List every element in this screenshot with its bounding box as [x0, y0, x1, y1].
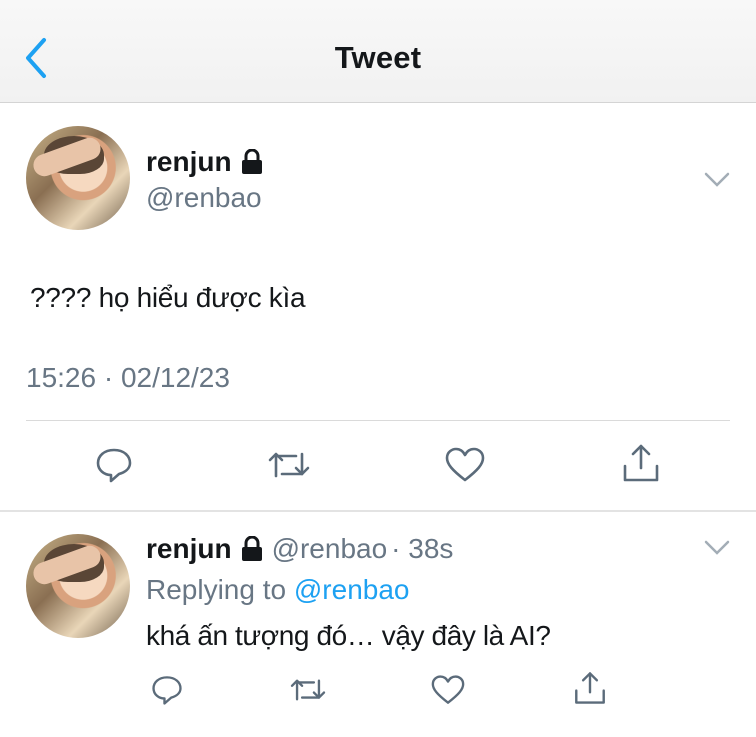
replying-mention[interactable]: @renbao	[294, 574, 410, 605]
retweet-icon	[290, 679, 326, 701]
nav-header: Tweet	[0, 0, 756, 103]
like-button[interactable]	[444, 446, 486, 489]
reply-text: khá ấn tượng đó… vậy đây là AI?	[146, 620, 551, 651]
share-icon	[575, 672, 605, 704]
lock-icon	[241, 149, 262, 174]
section-divider	[0, 510, 756, 512]
author-row: renjun	[146, 146, 264, 178]
share-icon	[623, 444, 659, 482]
heart-icon	[445, 447, 485, 482]
reply-author-row: renjun @renbao · 38s	[146, 533, 453, 565]
speech-bubble-icon	[96, 448, 132, 483]
tweet-timestamp[interactable]: 15:26 · 02/12/23	[26, 362, 230, 394]
author-handle[interactable]: @renbao	[146, 182, 262, 214]
reply-avatar[interactable]	[26, 534, 130, 638]
reply-like-button[interactable]	[430, 674, 466, 711]
reply-reply-button[interactable]	[150, 674, 184, 711]
lock-icon	[241, 536, 262, 561]
reply-author-name[interactable]: renjun	[146, 533, 232, 565]
author-name[interactable]: renjun	[146, 146, 232, 178]
retweet-icon	[268, 452, 310, 478]
tweet-text: ???? họ hiểu được kìa	[30, 282, 306, 313]
replying-prefix: Replying to	[146, 574, 294, 605]
replying-to: Replying to @renbao	[146, 574, 409, 606]
heart-icon	[431, 675, 465, 704]
reply-retweet-button[interactable]	[288, 674, 328, 711]
reply-author-handle[interactable]: @renbao	[272, 533, 388, 565]
reply-button[interactable]	[94, 446, 134, 489]
divider	[26, 420, 730, 421]
chevron-down-icon[interactable]	[704, 540, 730, 556]
speech-bubble-icon	[152, 676, 182, 705]
chevron-down-icon[interactable]	[704, 172, 730, 188]
share-button[interactable]	[620, 442, 662, 489]
avatar[interactable]	[26, 126, 130, 230]
reply-age: · 38s	[391, 533, 454, 564]
reply-share-button[interactable]	[572, 670, 608, 711]
page-title: Tweet	[334, 40, 422, 75]
retweet-button[interactable]	[266, 446, 312, 489]
